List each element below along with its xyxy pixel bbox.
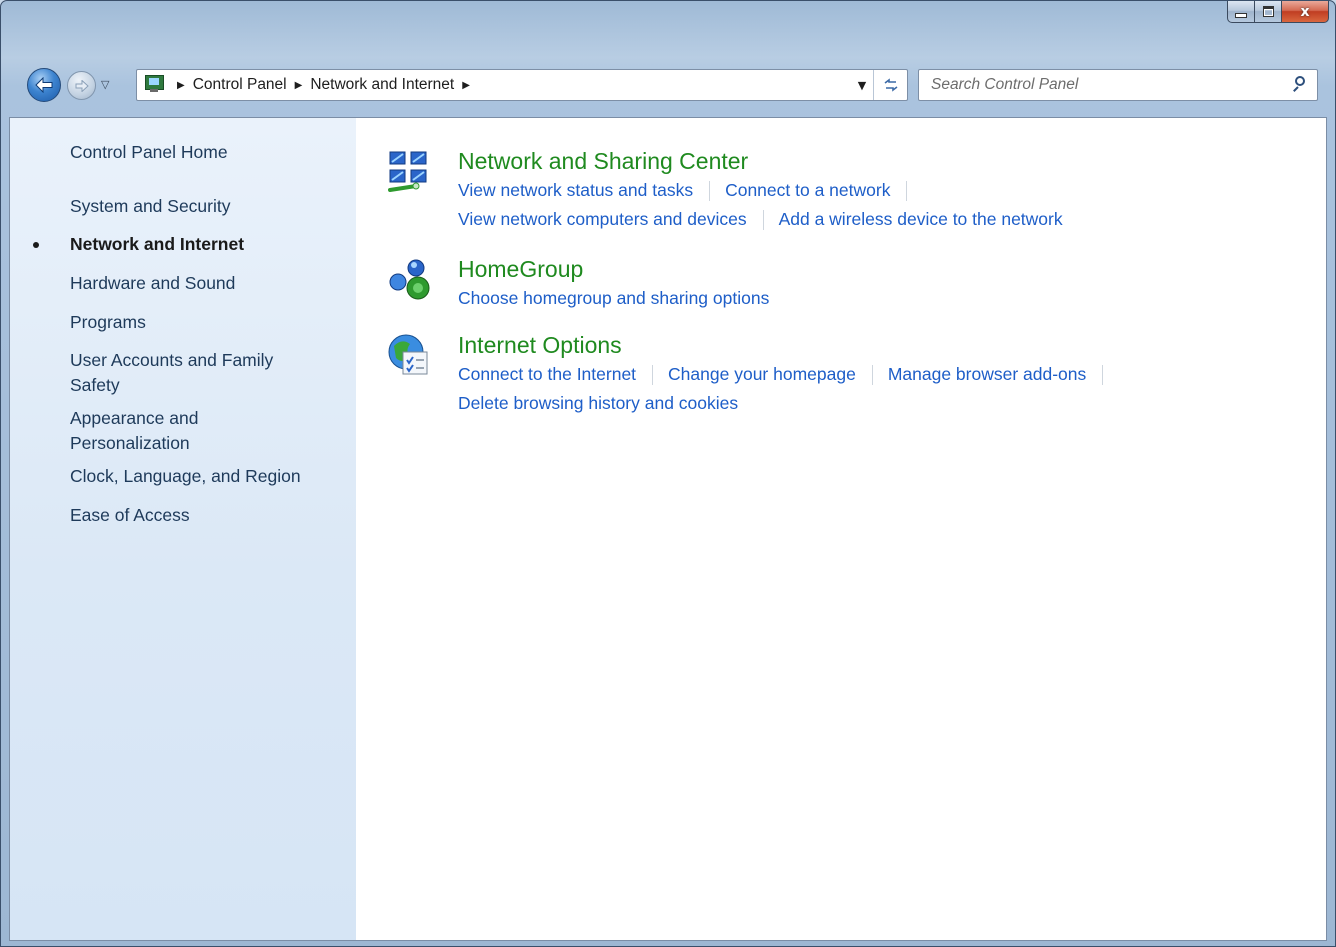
sidebar-item-programs[interactable]: Programs [70,310,340,335]
link-manage-addons[interactable]: Manage browser add-ons [888,364,1086,384]
link-view-network-status[interactable]: View network status and tasks [458,180,693,200]
link-connect-to-network[interactable]: Connect to a network [725,180,890,200]
network-sharing-icon [388,151,427,192]
link-add-wireless-device[interactable]: Add a wireless device to the network [779,209,1063,229]
sidebar-item-user-accounts[interactable]: User Accounts and Family Safety [70,348,320,398]
homegroup-links: Choose homegroup and sharing options [458,284,769,313]
minimize-button[interactable] [1227,1,1255,23]
internet-options-links-row1: Connect to the Internet Change your homep… [458,360,1118,389]
control-panel-window: x ▽ ▶ Control Panel ▶ Network and Intern… [0,0,1336,947]
sidebar: Control Panel Home System and Security N… [10,118,356,940]
active-bullet-icon [33,242,39,248]
link-homegroup-sharing-options[interactable]: Choose homegroup and sharing options [458,288,769,308]
breadcrumb-arrow-icon[interactable]: ▶ [177,80,185,91]
homegroup-title[interactable]: HomeGroup [458,254,769,284]
breadcrumb-arrow-icon[interactable]: ▶ [295,80,303,91]
link-connect-to-internet[interactable]: Connect to the Internet [458,364,636,384]
network-sharing-links-row1: View network status and tasks Connect to … [458,176,1063,205]
minimize-icon [1235,13,1247,18]
address-bar[interactable]: ▶ Control Panel ▶ Network and Internet ▶… [136,69,908,101]
back-arrow-icon [35,77,53,93]
search-input[interactable] [929,70,1287,100]
internet-options-title[interactable]: Internet Options [458,330,1118,360]
close-button[interactable]: x [1282,1,1329,23]
breadcrumb-network-and-internet[interactable]: Network and Internet [310,76,454,94]
refresh-icon [884,78,897,92]
control-panel-icon [143,74,169,96]
maximize-button[interactable] [1255,1,1282,23]
breadcrumb-control-panel[interactable]: Control Panel [193,76,287,94]
sidebar-item-clock-language-region[interactable]: Clock, Language, and Region [70,464,340,489]
maximize-icon [1262,6,1274,17]
internet-options-links-row2: Delete browsing history and cookies [458,389,1118,418]
forward-button[interactable] [67,71,96,100]
category-internet-options: Internet Options Connect to the Internet… [458,330,1118,418]
search-icon[interactable] [1287,71,1317,99]
search-box[interactable] [918,69,1318,101]
address-history-dropdown[interactable]: ▼ [851,79,873,92]
homegroup-icon [389,259,430,300]
content-area: Control Panel Home System and Security N… [9,117,1327,941]
sidebar-item-hardware-and-sound[interactable]: Hardware and Sound [70,271,340,296]
refresh-button[interactable] [873,70,907,100]
sidebar-item-appearance[interactable]: Appearance and Personalization [70,406,220,456]
navigation-bar: ▽ ▶ Control Panel ▶ Network and Internet… [1,65,1335,105]
close-icon: x [1300,3,1310,20]
sidebar-item-ease-of-access[interactable]: Ease of Access [70,503,340,528]
breadcrumb-arrow-icon[interactable]: ▶ [462,80,470,91]
internet-options-icon [388,334,428,375]
sidebar-item-network-and-internet: Network and Internet [70,234,245,254]
network-sharing-center-title[interactable]: Network and Sharing Center [458,146,1063,176]
recent-pages-dropdown[interactable]: ▽ [101,78,109,91]
category-homegroup: HomeGroup Choose homegroup and sharing o… [458,254,769,313]
link-change-homepage[interactable]: Change your homepage [668,364,856,384]
sidebar-item-control-panel-home[interactable]: Control Panel Home [70,140,340,165]
category-network-sharing-center: Network and Sharing Center View network … [458,146,1063,234]
network-sharing-links-row2: View network computers and devices Add a … [458,205,1063,234]
link-view-network-computers[interactable]: View network computers and devices [458,209,747,229]
caption-buttons: x [1227,1,1329,23]
link-delete-browsing-history[interactable]: Delete browsing history and cookies [458,393,738,413]
sidebar-item-system-and-security[interactable]: System and Security [70,194,340,219]
main-panel: Network and Sharing Center View network … [356,118,1326,940]
back-button[interactable] [27,68,61,102]
forward-arrow-icon [75,79,89,92]
chevron-down-icon: ▽ [101,78,110,91]
